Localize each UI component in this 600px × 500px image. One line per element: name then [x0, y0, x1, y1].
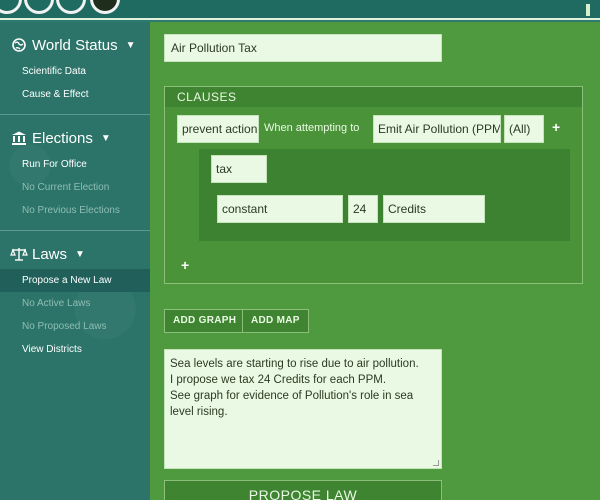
description-line: See graph for evidence of Pollution's ro… — [170, 390, 414, 418]
government-building-icon — [10, 131, 28, 145]
law-title-input[interactable]: Air Pollution Tax — [164, 34, 442, 62]
add-graph-button[interactable]: ADD GRAPH — [164, 309, 246, 333]
logo-ring-3 — [56, 0, 86, 14]
nav-cause-effect[interactable]: Cause & Effect — [0, 83, 150, 106]
globe-icon — [10, 38, 28, 52]
clause-action-select[interactable]: prevent action — [177, 115, 259, 143]
section-world-status[interactable]: World Status ▼ — [0, 30, 150, 60]
clause-target-select[interactable]: Emit Air Pollution (PPM) — [373, 115, 501, 143]
section-laws[interactable]: Laws ▼ — [0, 239, 150, 269]
nav-view-districts[interactable]: View Districts — [0, 338, 150, 361]
effect-mode-select[interactable]: constant — [217, 195, 343, 223]
law-description-textarea[interactable]: Sea levels are starting to rise due to a… — [164, 349, 442, 469]
caret-down-icon: ▼ — [75, 248, 85, 260]
effect-type-select[interactable]: tax — [211, 155, 267, 183]
caret-down-icon: ▼ — [125, 39, 136, 51]
add-condition-plus-icon[interactable]: + — [552, 119, 560, 135]
nav-no-current-election: No Current Election — [22, 182, 110, 193]
nav-no-active-laws: No Active Laws — [22, 298, 91, 309]
sidebar: World Status ▼ Scientific Data Cause & E… — [0, 22, 150, 500]
divider — [0, 230, 150, 231]
clause-effect-box: tax constant 24 Credits — [199, 149, 570, 241]
effect-currency-select[interactable]: Credits — [383, 195, 485, 223]
description-line: I propose we tax 24 Credits for each PPM… — [170, 374, 387, 386]
clauses-panel: CLAUSES prevent action When attempting t… — [164, 86, 583, 284]
clause-scope-select[interactable]: (All) — [504, 115, 544, 143]
logo-ring-1 — [0, 0, 22, 14]
divider — [0, 114, 150, 115]
section-title: Elections — [32, 129, 93, 147]
top-right-indicator — [586, 4, 590, 16]
add-clause-plus-icon[interactable]: + — [181, 257, 189, 273]
nav-no-previous-elections: No Previous Elections — [22, 205, 120, 216]
nav-run-for-office[interactable]: Run For Office — [0, 153, 150, 176]
section-title: Laws — [32, 245, 68, 263]
top-bar — [0, 0, 600, 20]
add-map-button[interactable]: ADD MAP — [242, 309, 309, 333]
propose-law-button[interactable]: PROPOSE LAW — [164, 480, 442, 500]
description-line: Sea levels are starting to rise due to a… — [170, 358, 419, 370]
nav-scientific-data[interactable]: Scientific Data — [0, 60, 150, 83]
clauses-header: CLAUSES — [165, 87, 582, 107]
effect-amount-input[interactable]: 24 — [348, 195, 378, 223]
clause-when-label: When attempting to — [264, 122, 360, 134]
section-elections[interactable]: Elections ▼ — [0, 123, 150, 153]
scales-icon — [10, 247, 28, 261]
resize-handle-icon[interactable] — [433, 460, 439, 466]
caret-down-icon: ▼ — [100, 132, 111, 144]
logo-globe — [90, 0, 120, 14]
nav-propose-new-law[interactable]: Propose a New Law — [0, 269, 150, 292]
nav-no-proposed-laws: No Proposed Laws — [22, 321, 107, 332]
main-panel: Air Pollution Tax CLAUSES prevent action… — [150, 22, 600, 500]
logo-ring-2 — [24, 0, 54, 14]
section-title: World Status — [32, 36, 118, 54]
